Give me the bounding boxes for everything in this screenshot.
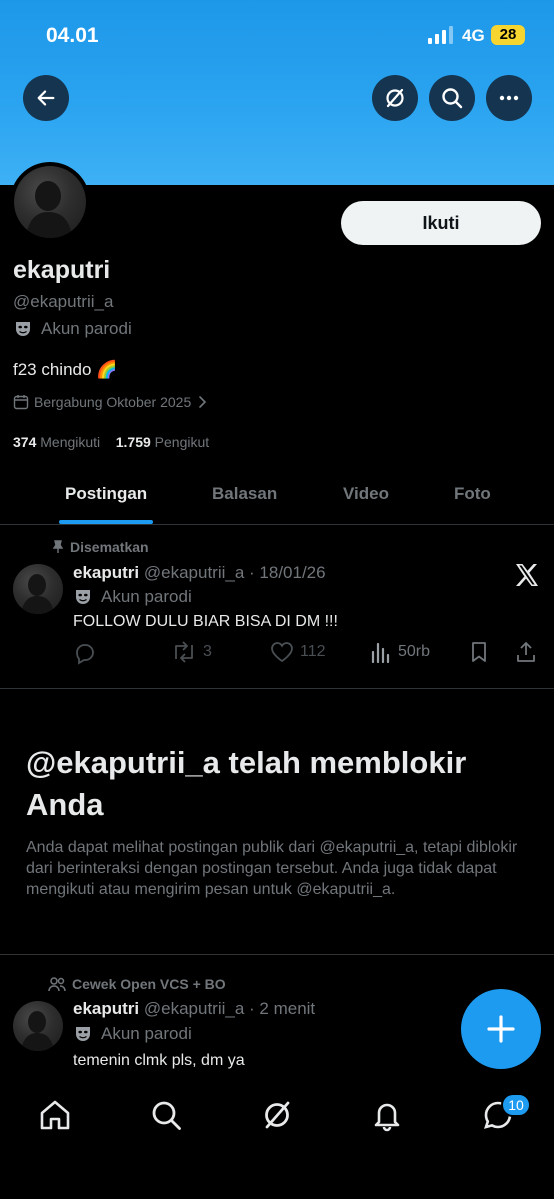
notifications-bell-icon[interactable] — [370, 1098, 404, 1132]
joined-label: Bergabung Oktober 2025 — [34, 394, 192, 410]
views-chart-icon — [371, 642, 390, 663]
profile-bio: f23 chindo 🌈 — [13, 360, 118, 379]
community-people-icon — [48, 977, 66, 992]
community-label: Cewek Open VCS + BO — [72, 976, 226, 992]
followers-count: 1.759 — [115, 434, 151, 450]
post-author[interactable]: ekaputri — [73, 563, 139, 582]
network-type: 4G — [462, 26, 485, 45]
community-indicator[interactable]: Cewek Open VCS + BO — [48, 976, 226, 992]
reply-button[interactable] — [73, 641, 97, 665]
followers-label: Pengikut — [154, 434, 210, 450]
parody-mask-icon — [76, 590, 90, 604]
reply-icon — [76, 644, 94, 665]
avatar-image — [14, 166, 86, 238]
post-actions: 3 112 50rb — [73, 641, 543, 667]
post-parody-label: Akun parodi — [101, 1024, 192, 1043]
post-divider — [0, 688, 554, 689]
chevron-right-icon — [199, 396, 207, 408]
grok-icon — [386, 88, 404, 108]
views-count: 50rb — [398, 643, 431, 660]
grok-button[interactable] — [372, 75, 418, 121]
avatar-silhouette-icon — [21, 574, 54, 614]
post-parody-indicator: Akun parodi — [73, 1024, 192, 1044]
post-header: ekaputri @ekaputrii_a · 18/01/26 — [73, 563, 326, 583]
avatar-silhouette-icon — [21, 1011, 54, 1051]
x-logo-icon[interactable] — [514, 563, 540, 587]
follow-stats: 374 Mengikuti 1.759 Pengikut — [13, 434, 209, 450]
search-button[interactable] — [429, 75, 475, 121]
post-text: FOLLOW DULU BIAR BISA DI DM !!! — [73, 613, 338, 630]
pin-icon — [52, 540, 64, 553]
profile-avatar[interactable] — [10, 162, 90, 242]
plus-icon — [487, 1015, 515, 1043]
status-bar: 04.01 4G 28 — [0, 22, 554, 50]
post-meta: @ekaputrii_a · 18/01/26 — [143, 563, 326, 582]
post-avatar[interactable] — [13, 1001, 63, 1051]
parody-mask-icon — [16, 322, 30, 336]
back-button[interactable] — [23, 75, 69, 121]
profile-handle: @ekaputrii_a — [13, 292, 114, 311]
battery-icon: 28 — [491, 25, 525, 45]
explore-search-icon[interactable] — [149, 1098, 183, 1132]
post-text: temenin clmk pls, dm ya — [73, 1052, 245, 1069]
following-stat[interactable]: 374 Mengikuti — [13, 434, 100, 450]
pinned-label: Disematkan — [70, 539, 149, 555]
active-tab-indicator — [59, 520, 153, 524]
bookmark-icon — [472, 642, 486, 662]
post-header: ekaputri @ekaputrii_a · 2 menit — [73, 999, 315, 1019]
more-horizontal-icon — [499, 95, 519, 101]
tab-postingan[interactable]: Postingan — [65, 484, 147, 504]
block-notice-description: Anda dapat melihat postingan publik dari… — [26, 839, 518, 898]
parody-mask-icon — [76, 1027, 90, 1041]
like-count: 112 — [300, 643, 326, 660]
search-icon — [442, 88, 463, 109]
following-count: 374 — [13, 434, 37, 450]
status-time: 04.01 — [46, 24, 99, 47]
bookmark-button[interactable] — [469, 641, 489, 663]
post-parody-indicator: Akun parodi — [73, 587, 192, 607]
grok-nav-icon[interactable] — [260, 1098, 294, 1132]
post-avatar[interactable] — [13, 564, 63, 614]
block-notice-title: @ekaputrii_a telah memblokir Anda — [26, 745, 467, 822]
pinned-indicator: Disematkan — [52, 539, 149, 555]
joined-date[interactable]: Bergabung Oktober 2025 — [13, 394, 208, 410]
profile-tabs: Postingan Balasan Video Foto — [0, 470, 554, 525]
signal-icon — [428, 26, 453, 44]
tab-balasan[interactable]: Balasan — [212, 484, 277, 504]
repost-button[interactable]: 3 — [171, 641, 212, 663]
more-button[interactable] — [486, 75, 532, 121]
followers-stat[interactable]: 1.759 Pengikut — [116, 434, 209, 450]
avatar-silhouette-icon — [26, 181, 72, 238]
calendar-icon — [13, 395, 29, 410]
share-button[interactable] — [515, 641, 537, 663]
following-label: Mengikuti — [40, 434, 101, 450]
tab-foto[interactable]: Foto — [454, 484, 491, 504]
bottom-nav — [0, 1078, 554, 1199]
messages-badge: 10 — [501, 1093, 531, 1117]
post-meta: @ekaputrii_a · 2 menit — [143, 999, 316, 1018]
repost-count: 3 — [203, 643, 212, 660]
post-parody-label: Akun parodi — [101, 587, 192, 606]
share-icon — [517, 642, 535, 662]
tab-video[interactable]: Video — [343, 484, 389, 504]
post-author[interactable]: ekaputri — [73, 999, 139, 1018]
parody-label: Akun parodi — [41, 319, 132, 338]
heart-icon — [271, 642, 293, 663]
home-icon[interactable] — [38, 1098, 72, 1132]
views-button[interactable]: 50rb — [370, 641, 430, 663]
compose-button[interactable] — [461, 989, 541, 1069]
follow-button[interactable]: Ikuti — [341, 201, 541, 245]
profile-name: ekaputri — [13, 256, 111, 284]
like-button[interactable]: 112 — [270, 641, 326, 663]
arrow-left-icon — [37, 90, 55, 106]
section-divider — [0, 954, 554, 955]
repost-icon — [175, 641, 193, 663]
parody-indicator: Akun parodi — [13, 319, 132, 339]
